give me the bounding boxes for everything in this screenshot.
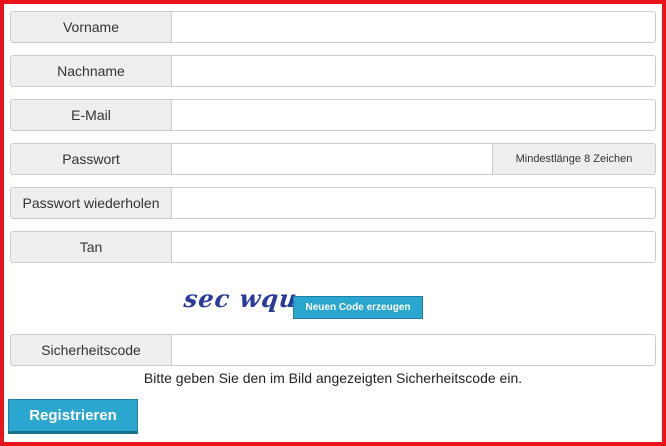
password-repeat-input[interactable]	[172, 187, 656, 219]
email-label: E-Mail	[10, 99, 172, 131]
tan-input[interactable]	[172, 231, 656, 263]
email-input[interactable]	[172, 99, 656, 131]
first-name-label: Vorname	[10, 11, 172, 43]
security-code-input[interactable]	[172, 334, 656, 366]
password-repeat-label: Passwort wiederholen	[10, 187, 172, 219]
password-row: Passwort Mindestlänge 8 Zeichen	[10, 143, 656, 175]
last-name-input[interactable]	[172, 55, 656, 87]
tan-label: Tan	[10, 231, 172, 263]
first-name-input[interactable]	[172, 11, 656, 43]
tan-row: Tan	[10, 231, 656, 263]
first-name-row: Vorname	[10, 11, 656, 43]
email-row: E-Mail	[10, 99, 656, 131]
password-label: Passwort	[10, 143, 172, 175]
password-input[interactable]	[172, 143, 493, 175]
security-code-row: Sicherheitscode	[10, 334, 656, 366]
security-code-hint: Bitte geben Sie den im Bild angezeigten …	[143, 370, 523, 386]
last-name-label: Nachname	[10, 55, 172, 87]
password-repeat-row: Passwort wiederholen	[10, 187, 656, 219]
last-name-row: Nachname	[10, 55, 656, 87]
register-button[interactable]: Registrieren	[8, 399, 138, 434]
password-length-hint: Mindestlänge 8 Zeichen	[493, 143, 656, 175]
security-code-label: Sicherheitscode	[10, 334, 172, 366]
captcha-image: sec wqu	[182, 284, 300, 313]
new-code-button[interactable]: Neuen Code erzeugen	[293, 296, 423, 319]
